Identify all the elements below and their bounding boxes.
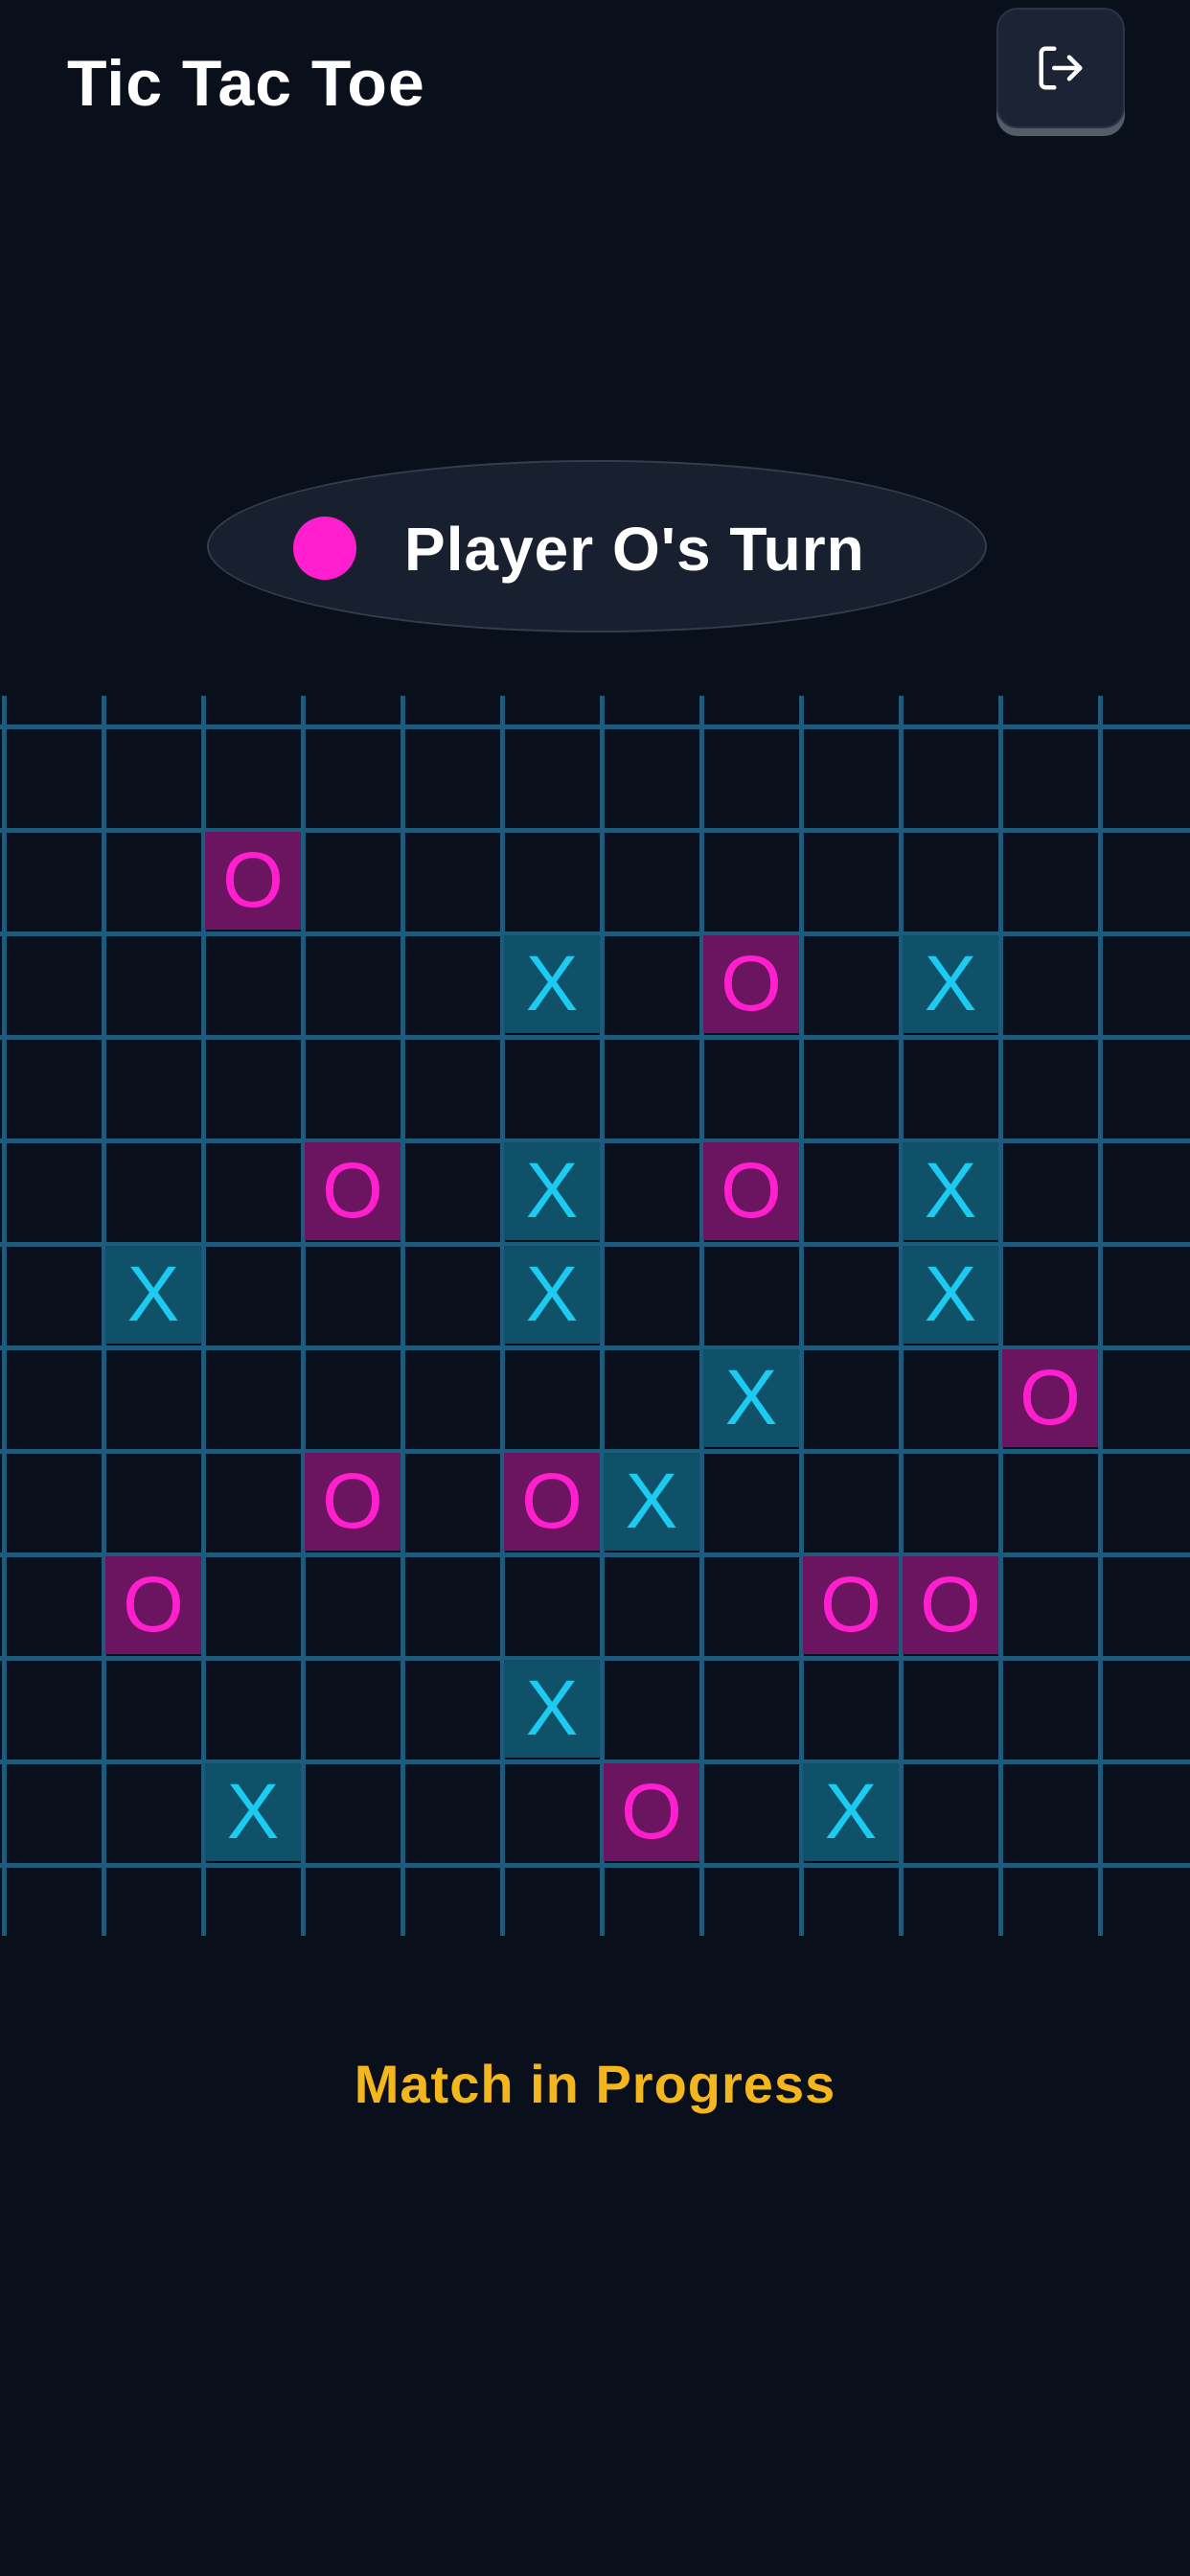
grid-line-horizontal — [0, 1035, 1190, 1040]
board-cell-o[interactable]: O — [703, 1142, 799, 1240]
board-cell-x[interactable]: X — [903, 1246, 998, 1344]
grid-line-vertical — [2, 696, 7, 1936]
match-status: Match in Progress — [354, 2054, 836, 2114]
grid-line-vertical — [301, 696, 306, 1936]
board-cell-x[interactable]: X — [504, 935, 600, 1033]
game-board: OXOXOXOXXXXXOOOXOOOXXOX — [0, 696, 1190, 1936]
board-cell-o[interactable]: O — [305, 1142, 400, 1240]
logout-icon — [1039, 46, 1083, 90]
grid-line-vertical — [699, 696, 704, 1936]
grid-line-horizontal — [0, 724, 1190, 729]
grid-line-horizontal — [0, 828, 1190, 833]
board-cell-x[interactable]: X — [105, 1246, 201, 1344]
board-cell-o[interactable]: O — [604, 1763, 699, 1861]
turn-indicator: Player O's Turn — [207, 460, 987, 632]
board-cell-x[interactable]: X — [903, 935, 998, 1033]
board-cell-o[interactable]: O — [205, 832, 301, 930]
grid-line-horizontal — [0, 1760, 1190, 1764]
grid-line-vertical — [400, 696, 405, 1936]
board-cell-x[interactable]: X — [703, 1349, 799, 1447]
turn-label: Player O's Turn — [404, 515, 865, 584]
board-cell-o[interactable]: O — [105, 1556, 201, 1654]
board-cell-x[interactable]: X — [903, 1142, 998, 1240]
board-cell-o[interactable]: O — [305, 1453, 400, 1551]
board-cell-o[interactable]: O — [803, 1556, 899, 1654]
app-title: Tic Tac Toe — [67, 47, 425, 120]
grid-line-vertical — [998, 696, 1003, 1936]
player-o-dot-icon — [293, 517, 356, 580]
grid-line-vertical — [600, 696, 605, 1936]
board-cell-x[interactable]: X — [604, 1453, 699, 1551]
board-cell-x[interactable]: X — [803, 1763, 899, 1861]
board-cell-x[interactable]: X — [504, 1246, 600, 1344]
board-cell-x[interactable]: X — [504, 1142, 600, 1240]
grid-line-vertical — [799, 696, 804, 1936]
board-cell-o[interactable]: O — [1002, 1349, 1098, 1447]
board-cell-o[interactable]: O — [504, 1453, 600, 1551]
board-cell-o[interactable]: O — [703, 935, 799, 1033]
board-cell-o[interactable]: O — [903, 1556, 998, 1654]
exit-button[interactable] — [996, 8, 1125, 128]
board-cell-x[interactable]: X — [205, 1763, 301, 1861]
grid-line-vertical — [1098, 696, 1103, 1936]
grid-line-horizontal — [0, 1863, 1190, 1868]
board-cell-x[interactable]: X — [504, 1660, 600, 1758]
